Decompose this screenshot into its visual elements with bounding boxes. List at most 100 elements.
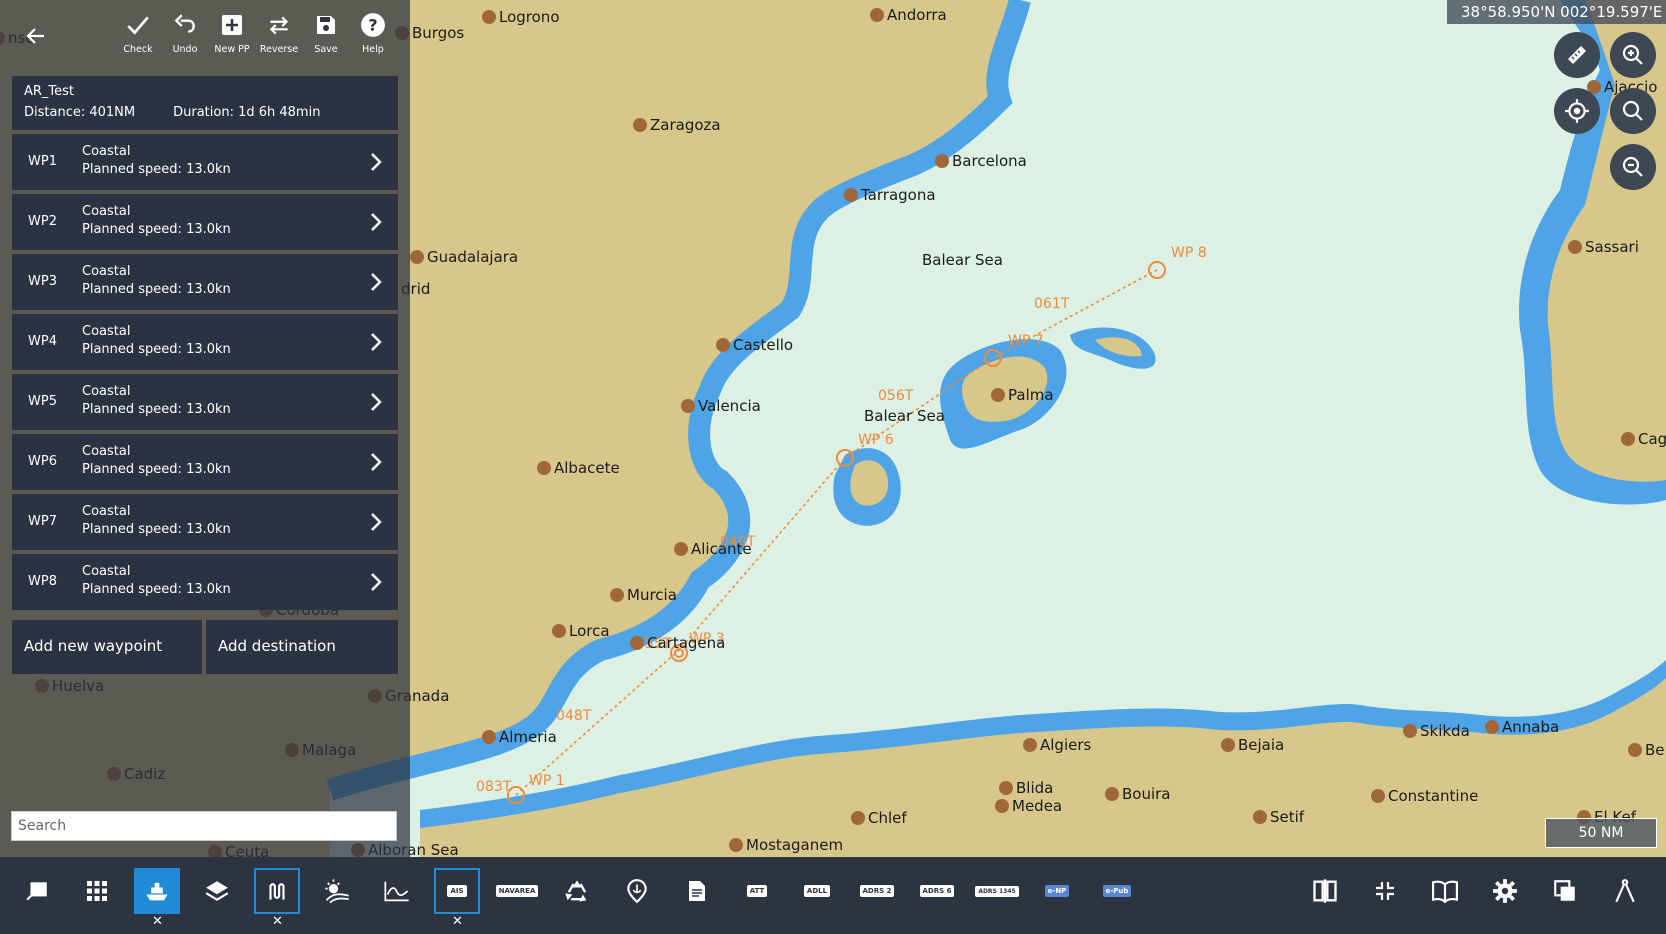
route-label: 048T	[556, 708, 592, 724]
city-marker	[1105, 787, 1119, 801]
scale-bar: 50 NM	[1545, 818, 1657, 848]
tides-button[interactable]	[374, 868, 420, 914]
back-button[interactable]	[18, 18, 54, 54]
apps-grid-button[interactable]	[74, 868, 120, 914]
waypoint-row[interactable]: WP8 Coastal Planned speed: 13.0kn	[12, 554, 398, 610]
route-icon	[269, 883, 285, 900]
check-icon	[127, 16, 149, 35]
undo-button[interactable]: Undo	[162, 10, 208, 62]
measure-button[interactable]	[1554, 32, 1600, 78]
ruler-icon	[1568, 46, 1586, 64]
zoom-out-button[interactable]	[1610, 144, 1656, 190]
route-label: 083T	[476, 779, 512, 795]
city-label: Sassari	[1585, 238, 1639, 256]
reverse-button[interactable]: Reverse	[256, 10, 302, 62]
waypoint-row[interactable]: WP3 Coastal Planned speed: 13.0kn	[12, 254, 398, 310]
city-label: Cartagena	[647, 634, 725, 652]
chevron-right-icon	[371, 213, 382, 231]
recycle-button[interactable]	[554, 868, 600, 914]
epub-button[interactable]: e-Pub	[1094, 868, 1140, 914]
book-icon	[1432, 880, 1458, 904]
adll-button[interactable]: ADLL	[794, 868, 840, 914]
zoom-in-button[interactable]	[1610, 32, 1656, 78]
route-label: 056T	[878, 388, 914, 404]
city-label: Burgos	[412, 24, 464, 42]
route-tool-button[interactable]	[254, 868, 300, 914]
city-label: Setif	[1270, 808, 1305, 826]
search-input[interactable]	[11, 811, 397, 841]
arrow-left-icon	[26, 28, 44, 44]
adrs1345-button[interactable]: ADRS 1345	[974, 868, 1020, 914]
route-label: WP 7	[1008, 333, 1044, 349]
city-label: Lorca	[569, 622, 610, 640]
city-marker	[633, 118, 647, 132]
ais-button[interactable]: AIS	[434, 868, 480, 914]
city-marker	[1221, 738, 1235, 752]
recycle-icon	[565, 880, 587, 902]
zoom-detail-button[interactable]	[1610, 88, 1656, 134]
layers-button[interactable]	[194, 868, 240, 914]
epub-tag: e-Pub	[1102, 885, 1132, 897]
city-label: Logrono	[499, 8, 560, 26]
waypoint-row[interactable]: WP7 Coastal Planned speed: 13.0kn	[12, 494, 398, 550]
weather-button[interactable]	[314, 868, 360, 914]
add-destination-button[interactable]: Add destination	[206, 620, 398, 674]
route-label: WP 6	[858, 432, 894, 448]
waypoint-row[interactable]: WP5 Coastal Planned speed: 13.0kn	[12, 374, 398, 430]
settings-button[interactable]	[1482, 868, 1528, 914]
city-marker	[681, 399, 695, 413]
waypoint-row[interactable]: WP4 Coastal Planned speed: 13.0kn	[12, 314, 398, 370]
close-route-icon[interactable]: ✕	[272, 914, 283, 929]
add-new-waypoint-button[interactable]: Add new waypoint	[12, 620, 202, 674]
waypoint-type: Coastal	[82, 564, 131, 579]
anchor-pin-button[interactable]	[614, 868, 660, 914]
city-label: Mostaganem	[746, 836, 843, 854]
city-marker	[552, 624, 566, 638]
zoom-in-icon	[1622, 44, 1643, 65]
att-button[interactable]: ATT	[734, 868, 780, 914]
help-button[interactable]: ? Help	[350, 10, 396, 62]
close-ais-icon[interactable]: ✕	[452, 914, 463, 929]
windows-button[interactable]	[1542, 868, 1588, 914]
compass-button[interactable]	[1602, 868, 1648, 914]
chevron-right-icon	[371, 513, 382, 531]
new-pp-button[interactable]: New PP	[209, 10, 255, 62]
split-view-button[interactable]	[1302, 868, 1348, 914]
locate-button[interactable]	[1554, 88, 1600, 134]
chevron-right-icon	[371, 333, 382, 351]
vessel-button[interactable]	[134, 868, 180, 914]
crosshair-icon	[1565, 99, 1589, 123]
waypoint-speed: Planned speed: 13.0kn	[82, 342, 231, 357]
waypoint-speed: Planned speed: 13.0kn	[82, 402, 231, 417]
help-label: Help	[362, 44, 384, 55]
city-label: Annaba	[1502, 718, 1559, 736]
collapse-panel-button[interactable]	[14, 868, 60, 914]
city-label: Alicante	[691, 540, 752, 558]
fit-screen-button[interactable]	[1362, 868, 1408, 914]
waypoint-row[interactable]: WP6 Coastal Planned speed: 13.0kn	[12, 434, 398, 490]
city-marker	[716, 338, 730, 352]
document-button[interactable]	[674, 868, 720, 914]
route-label: WP 8	[1171, 245, 1207, 261]
navarea-button[interactable]: NAVAREA	[494, 868, 540, 914]
waypoint-row[interactable]: WP2 Coastal Planned speed: 13.0kn	[12, 194, 398, 250]
zoom-out-icon	[1622, 156, 1643, 177]
waypoint-type: Coastal	[82, 204, 131, 219]
city-marker	[1628, 743, 1642, 757]
city-marker	[1371, 789, 1385, 803]
save-button[interactable]: Save	[303, 10, 349, 62]
adrs2-button[interactable]: ADRS 2	[854, 868, 900, 914]
city-marker	[482, 10, 496, 24]
enp-tag: e-NP	[1044, 885, 1070, 897]
waypoint-id: WP1	[28, 154, 57, 169]
enp-button[interactable]: e-NP	[1034, 868, 1080, 914]
manual-button[interactable]	[1422, 868, 1468, 914]
adrs6-button[interactable]: ADRS 6	[914, 868, 960, 914]
waypoint-row[interactable]: WP1 Coastal Planned speed: 13.0kn	[12, 134, 398, 190]
city-label: Chlef	[868, 809, 907, 827]
document-icon	[689, 881, 705, 901]
check-button[interactable]: Check	[115, 10, 161, 62]
route-distance: Distance: 401NM	[24, 105, 136, 120]
close-vessel-icon[interactable]: ✕	[152, 914, 163, 929]
waypoint-speed: Planned speed: 13.0kn	[82, 462, 231, 477]
